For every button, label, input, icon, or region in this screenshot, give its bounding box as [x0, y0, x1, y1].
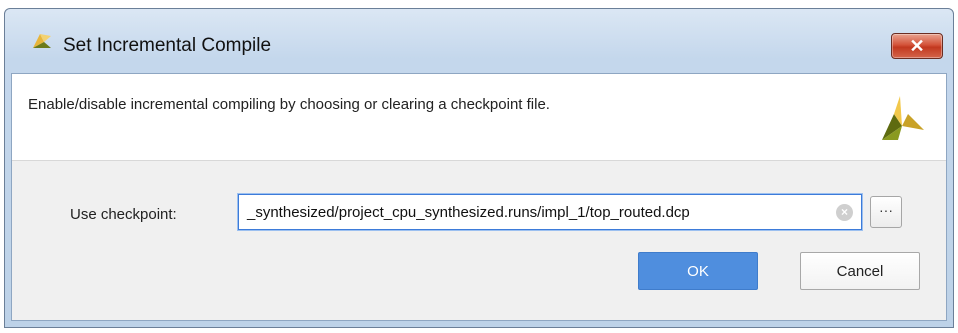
dialog-content: Enable/disable incremental compiling by …	[11, 73, 947, 321]
ok-button[interactable]: OK	[638, 252, 758, 290]
browse-button[interactable]: ···	[870, 196, 902, 228]
checkpoint-label: Use checkpoint:	[70, 206, 177, 223]
description-text: Enable/disable incremental compiling by …	[28, 96, 550, 113]
app-logo-icon	[31, 30, 53, 50]
clear-icon[interactable]: ×	[836, 204, 853, 221]
close-icon: ✕	[909, 35, 925, 56]
dialog-title: Set Incremental Compile	[63, 35, 272, 56]
close-button[interactable]: ✕	[891, 33, 943, 59]
vivado-logo-icon	[878, 94, 928, 142]
title-bar[interactable]: Set Incremental Compile ✕	[5, 9, 953, 73]
cancel-button[interactable]: Cancel	[800, 252, 920, 290]
dialog-window: Set Incremental Compile ✕ Enable/disable…	[4, 8, 954, 328]
checkpoint-input[interactable]: _synthesized/project_cpu_synthesized.run…	[238, 194, 862, 230]
checkpoint-row: Use checkpoint: _synthesized/project_cpu…	[12, 194, 946, 234]
header-banner: Enable/disable incremental compiling by …	[12, 74, 946, 161]
checkpoint-path-value: _synthesized/project_cpu_synthesized.run…	[247, 204, 690, 221]
